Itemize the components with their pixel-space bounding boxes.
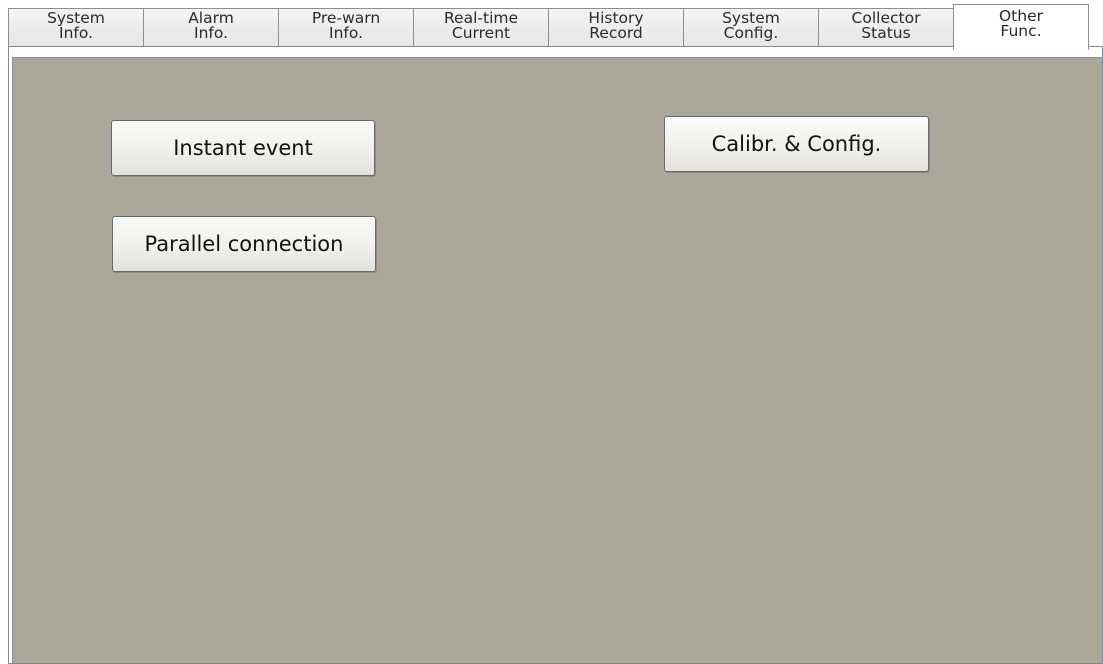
tab-label-line2: Config.: [723, 24, 779, 42]
parallel-connection-button[interactable]: Parallel connection: [112, 216, 376, 272]
tab-label-line2: Current: [451, 24, 511, 42]
tab-content-panel: Instant event Parallel connection Calibr…: [8, 46, 1103, 664]
tab-collector-status[interactable]: Collector Status: [818, 8, 954, 47]
tab-label-line2: Info.: [59, 24, 93, 42]
function-area: Instant event Parallel connection Calibr…: [12, 57, 1102, 663]
tab-label-line2: Info.: [194, 24, 228, 42]
tab-other-func[interactable]: Other Func.: [953, 4, 1089, 50]
tab-label-line2: Func.: [1000, 22, 1042, 40]
tab-system-info[interactable]: System Info.: [8, 8, 144, 47]
tab-real-time-current[interactable]: Real-time Current: [413, 8, 549, 47]
tab-label-line2: Info.: [329, 24, 363, 42]
tab-pre-warn-info[interactable]: Pre-warn Info.: [278, 8, 414, 47]
tab-history-record[interactable]: History Record: [548, 8, 684, 47]
instant-event-button[interactable]: Instant event: [111, 120, 375, 176]
tab-label-line2: Record: [589, 24, 643, 42]
tab-system-config[interactable]: System Config.: [683, 8, 819, 47]
tab-label-line2: Status: [861, 24, 911, 42]
app-window: System Info. Alarm Info. Pre-warn Info. …: [0, 0, 1103, 664]
calibr-config-button[interactable]: Calibr. & Config.: [664, 116, 929, 172]
tab-bar: System Info. Alarm Info. Pre-warn Info. …: [8, 4, 1103, 50]
tab-alarm-info[interactable]: Alarm Info.: [143, 8, 279, 47]
